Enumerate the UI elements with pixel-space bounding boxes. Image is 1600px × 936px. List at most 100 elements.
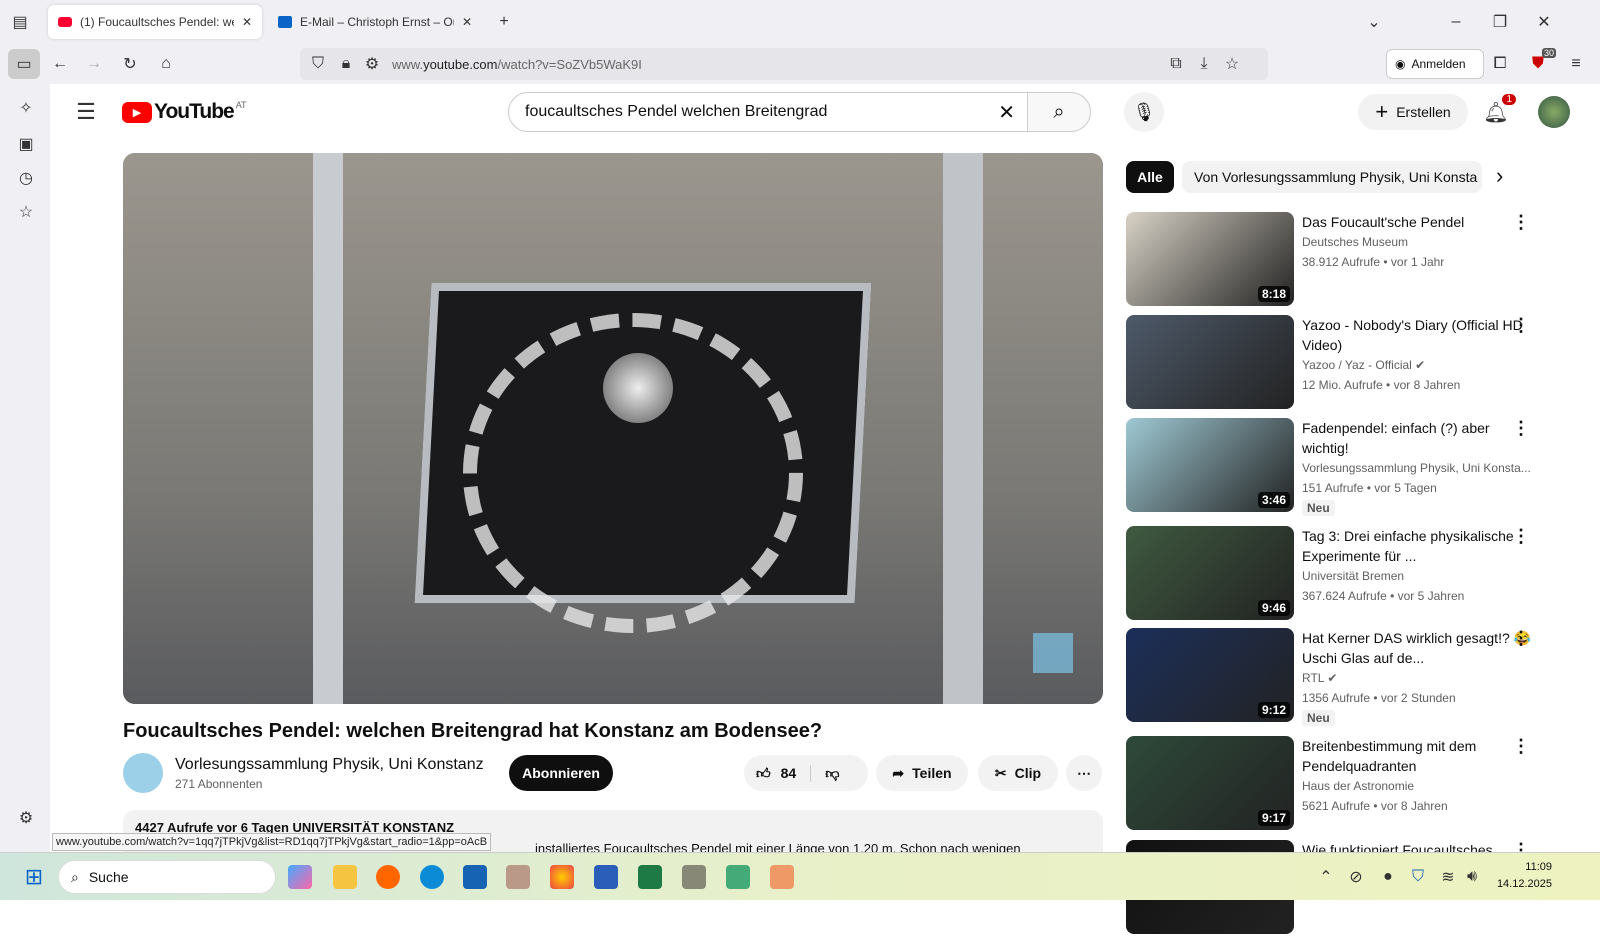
youtube-logo[interactable]: ▶ YouTube AT	[122, 100, 247, 124]
forward-icon[interactable]: →	[80, 50, 108, 78]
like-button[interactable]: 👍︎ 84	[756, 764, 812, 782]
ai-sparkle-icon[interactable]: ✧	[12, 94, 40, 122]
create-button[interactable]: + Erstellen	[1358, 94, 1468, 130]
recommended-channel[interactable]: Universität Bremen	[1302, 566, 1404, 586]
more-options-icon[interactable]: ⋮	[1512, 212, 1530, 233]
microsoft-store-icon[interactable]	[463, 865, 487, 889]
recommended-video[interactable]: 3:46 Fadenpendel: einfach (?) aber wicht…	[1126, 418, 1566, 516]
search-button[interactable]: ⌕	[1027, 92, 1091, 132]
recommended-channel[interactable]: Vorlesungssammlung Physik, Uni Konsta...	[1302, 458, 1531, 478]
app-tray-icon[interactable]: ●	[1374, 863, 1402, 891]
clock[interactable]: 11:09 14.12.2025	[1492, 859, 1552, 893]
thumbs-up-icon: 👍︎	[756, 764, 771, 781]
search-input[interactable]: foucaultsches Pendel welchen Breitengrad…	[508, 92, 1028, 132]
more-options-icon[interactable]: ⋮	[1512, 418, 1530, 439]
bookmark-star-icon[interactable]: ☆	[1218, 50, 1246, 78]
volume-icon[interactable]: 🔊︎	[1458, 863, 1486, 891]
extensions-icon[interactable]: ⧠	[1486, 50, 1514, 78]
history-icon[interactable]: ◷	[12, 164, 40, 192]
app-icon[interactable]	[770, 865, 794, 889]
sidebar-toggle-icon[interactable]: ▭	[8, 49, 40, 79]
recommended-channel[interactable]: Deutsches Museum	[1302, 232, 1408, 252]
more-actions-button[interactable]: ⋯	[1066, 755, 1102, 791]
chip-all[interactable]: Alle	[1126, 161, 1174, 193]
avatar[interactable]	[1538, 96, 1570, 128]
more-options-icon[interactable]: ⋮	[1512, 526, 1530, 547]
share-button[interactable]: ➦ Teilen	[876, 755, 968, 791]
clip-button[interactable]: ✂ Clip	[978, 755, 1058, 791]
more-options-icon[interactable]: ⋮	[1512, 736, 1530, 757]
menu-icon[interactable]: ≡	[1562, 50, 1590, 78]
subscribe-button[interactable]: Abonnieren	[509, 755, 613, 791]
video-thumbnail[interactable]: 8:18	[1126, 212, 1294, 306]
recommended-channel[interactable]: RTL ✔	[1302, 668, 1337, 688]
recommended-video[interactable]: Yazoo - Nobody's Diary (Official HD Vide…	[1126, 315, 1566, 411]
file-explorer-icon[interactable]	[333, 865, 357, 889]
recommended-channel[interactable]: Haus der Astronomie	[1302, 776, 1414, 796]
video-thumbnail[interactable]: 3:46	[1126, 418, 1294, 512]
permissions-icon[interactable]: ⚙	[358, 50, 386, 78]
recommended-channel[interactable]: Yazoo / Yaz - Official ✔	[1302, 355, 1425, 375]
save-icon[interactable]: ⤓	[1190, 50, 1218, 78]
recommended-video[interactable]: 9:46 Tag 3: Drei einfache physikalische …	[1126, 526, 1566, 622]
url-bar[interactable]: ⛉ 🔒︎ ⚙ www. youtube.com/watch?v=SoZVb5WaK…	[300, 48, 1268, 80]
home-icon[interactable]: ⌂	[152, 50, 180, 78]
video-thumbnail[interactable]	[1126, 315, 1294, 409]
edge-icon[interactable]	[420, 865, 444, 889]
recommended-video[interactable]: 9:17 Breitenbestimmung mit dem Pendelqua…	[1126, 736, 1566, 832]
bookmarks-icon[interactable]: ☆	[12, 198, 40, 226]
ublock-icon[interactable]: ⛊ 30	[1524, 48, 1556, 78]
recommended-meta: 12 Mio. Aufrufe • vor 8 Jahren	[1302, 378, 1461, 392]
close-tab-icon[interactable]: ✕	[242, 15, 252, 29]
defender-icon[interactable]: ⛉	[1404, 863, 1432, 891]
dislike-button[interactable]: 👎︎	[819, 765, 839, 782]
close-window-icon[interactable]: ✕	[1530, 8, 1558, 36]
back-icon[interactable]: ←	[46, 50, 74, 78]
hamburger-menu-icon[interactable]: ☰	[72, 98, 100, 126]
reload-icon[interactable]: ↻	[116, 50, 144, 78]
firefox-icon[interactable]	[376, 865, 400, 889]
excel-icon[interactable]	[638, 865, 662, 889]
video-thumbnail[interactable]: 9:12	[1126, 628, 1294, 722]
more-options-icon[interactable]: ⋮	[1512, 628, 1530, 649]
channel-name[interactable]: Vorlesungssammlung Physik, Uni Konstanz	[175, 756, 484, 774]
chevron-up-icon[interactable]: ⌃	[1312, 863, 1340, 891]
picture-in-picture-icon[interactable]: ⧉	[1162, 50, 1190, 78]
app-icon[interactable]	[506, 865, 530, 889]
tab-youtube[interactable]: (1) Foucaultsches Pendel: welch ✕	[48, 5, 262, 39]
video-thumbnail[interactable]: 9:17	[1126, 736, 1294, 830]
chip-channel[interactable]: Von Vorlesungssammlung Physik, Uni Konst…	[1182, 161, 1482, 193]
chevron-right-icon[interactable]: ›	[1496, 163, 1503, 189]
synced-tabs-icon[interactable]: ▣	[12, 130, 40, 158]
minimize-icon[interactable]: –	[1442, 8, 1470, 36]
lock-icon[interactable]: 🔒︎	[332, 50, 360, 78]
channel-avatar[interactable]	[123, 753, 163, 793]
duration-badge: 3:46	[1257, 492, 1290, 508]
voice-search-button[interactable]: 🎙︎	[1124, 92, 1164, 132]
taskbar-search[interactable]: ⌕ Suche	[58, 860, 276, 894]
photos-icon[interactable]	[550, 865, 574, 889]
new-tab-icon[interactable]: +	[490, 8, 518, 36]
chevron-down-icon[interactable]: ⌄	[1360, 8, 1388, 36]
sync-off-icon[interactable]: ⊘	[1342, 863, 1370, 891]
tab-outlook[interactable]: E-Mail – Christoph Ernst – Outlo ✕	[268, 5, 482, 39]
signin-button[interactable]: ◉ Anmelden	[1386, 49, 1484, 79]
notifications-bell-icon[interactable]: 🔔︎ 1	[1482, 94, 1516, 126]
clear-search-icon[interactable]: ✕	[998, 100, 1015, 125]
video-thumbnail[interactable]: 9:46	[1126, 526, 1294, 620]
shield-icon[interactable]: ⛉	[304, 50, 332, 78]
gimp-icon[interactable]	[682, 865, 706, 889]
windows-start-icon[interactable]: ⊞	[20, 863, 48, 891]
more-options-icon[interactable]: ⋮	[1512, 315, 1530, 336]
active-app-icon[interactable]	[726, 865, 750, 889]
video-player[interactable]	[123, 153, 1103, 704]
settings-gear-icon[interactable]: ⚙	[12, 804, 40, 832]
copilot-icon[interactable]	[288, 865, 312, 889]
tab-list-icon[interactable]: ▤	[6, 8, 34, 36]
search-value: foucaultsches Pendel welchen Breitengrad	[525, 103, 828, 120]
recommended-video[interactable]: 9:12 Hat Kerner DAS wirklich gesagt!? 😂 …	[1126, 628, 1566, 726]
word-icon[interactable]	[594, 865, 618, 889]
recommended-video[interactable]: 8:18 Das Foucault'sche Pendel Deutsches …	[1126, 212, 1566, 308]
close-tab-icon[interactable]: ✕	[462, 15, 472, 29]
maximize-icon[interactable]: ❐	[1486, 8, 1514, 36]
